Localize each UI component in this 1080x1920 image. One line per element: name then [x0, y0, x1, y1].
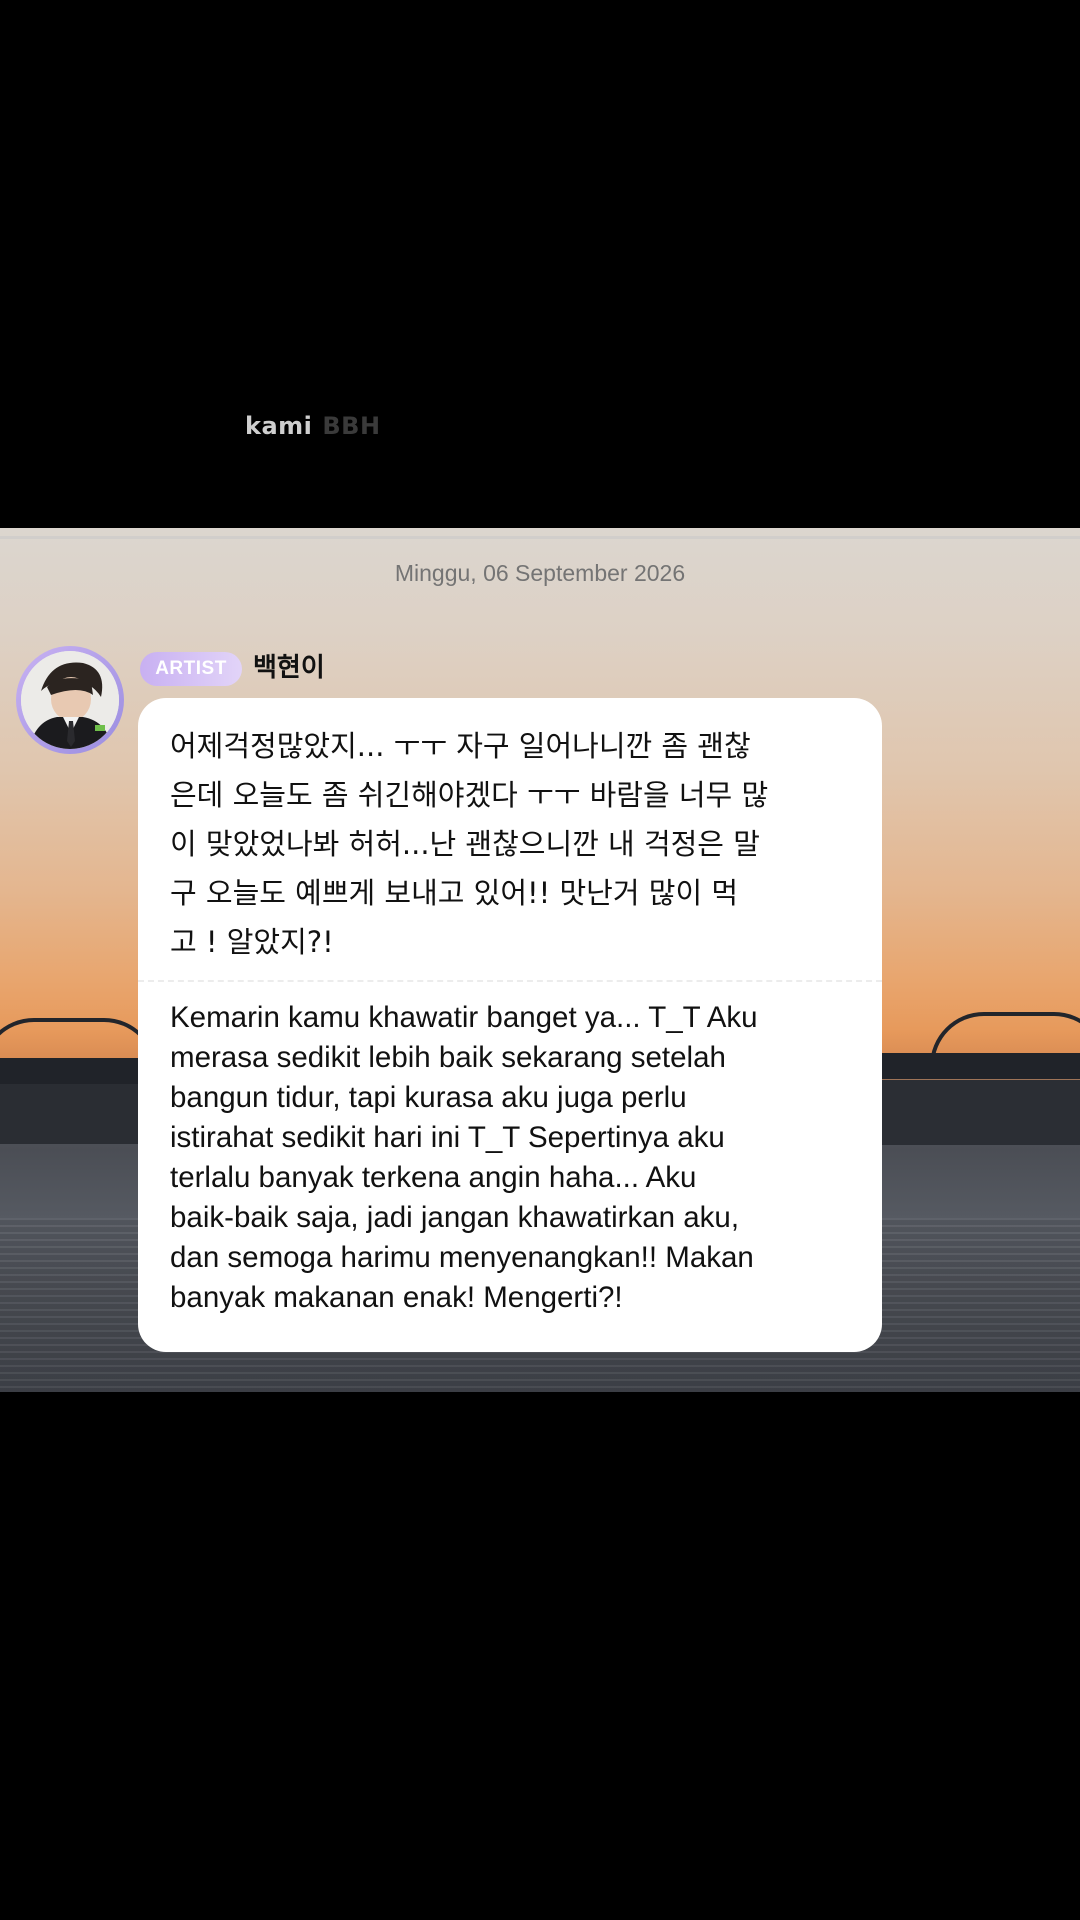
person-photo-icon — [21, 651, 119, 749]
caption-word-kami: kami — [245, 412, 313, 440]
bridge-deck-right — [880, 1053, 1080, 1079]
translation-divider — [138, 980, 882, 982]
sender-name[interactable]: 백현이 — [253, 648, 325, 688]
chat-screenshot: Minggu, 06 September 2026 ARTIST 백현이 어제걱… — [0, 528, 1080, 1392]
date-separator: Minggu, 06 September 2026 — [394, 560, 686, 586]
artist-badge: ARTIST — [140, 652, 242, 686]
bridge-deck-left — [0, 1058, 150, 1084]
message-bubble[interactable]: 어제걱정많았지... ㅜㅜ 자구 일어나니깐 좀 괜찮 은데 오늘도 좀 쉬긴해… — [138, 698, 882, 1352]
message-translation-text: Kemarin kamu khawatir banget ya... T_T A… — [170, 1001, 758, 1314]
avatar[interactable] — [16, 646, 124, 754]
caption-word-bbh: BBH — [322, 412, 381, 440]
avatar-photo — [21, 651, 119, 749]
header-divider — [0, 536, 1080, 539]
skyline-left — [0, 1084, 150, 1144]
message-original-text: 어제걱정많았지... ㅜㅜ 자구 일어나니깐 좀 괜찮 은데 오늘도 좀 쉬긴해… — [170, 729, 769, 959]
skyline-right — [880, 1080, 1080, 1145]
video-caption: kami BBH — [245, 412, 381, 440]
